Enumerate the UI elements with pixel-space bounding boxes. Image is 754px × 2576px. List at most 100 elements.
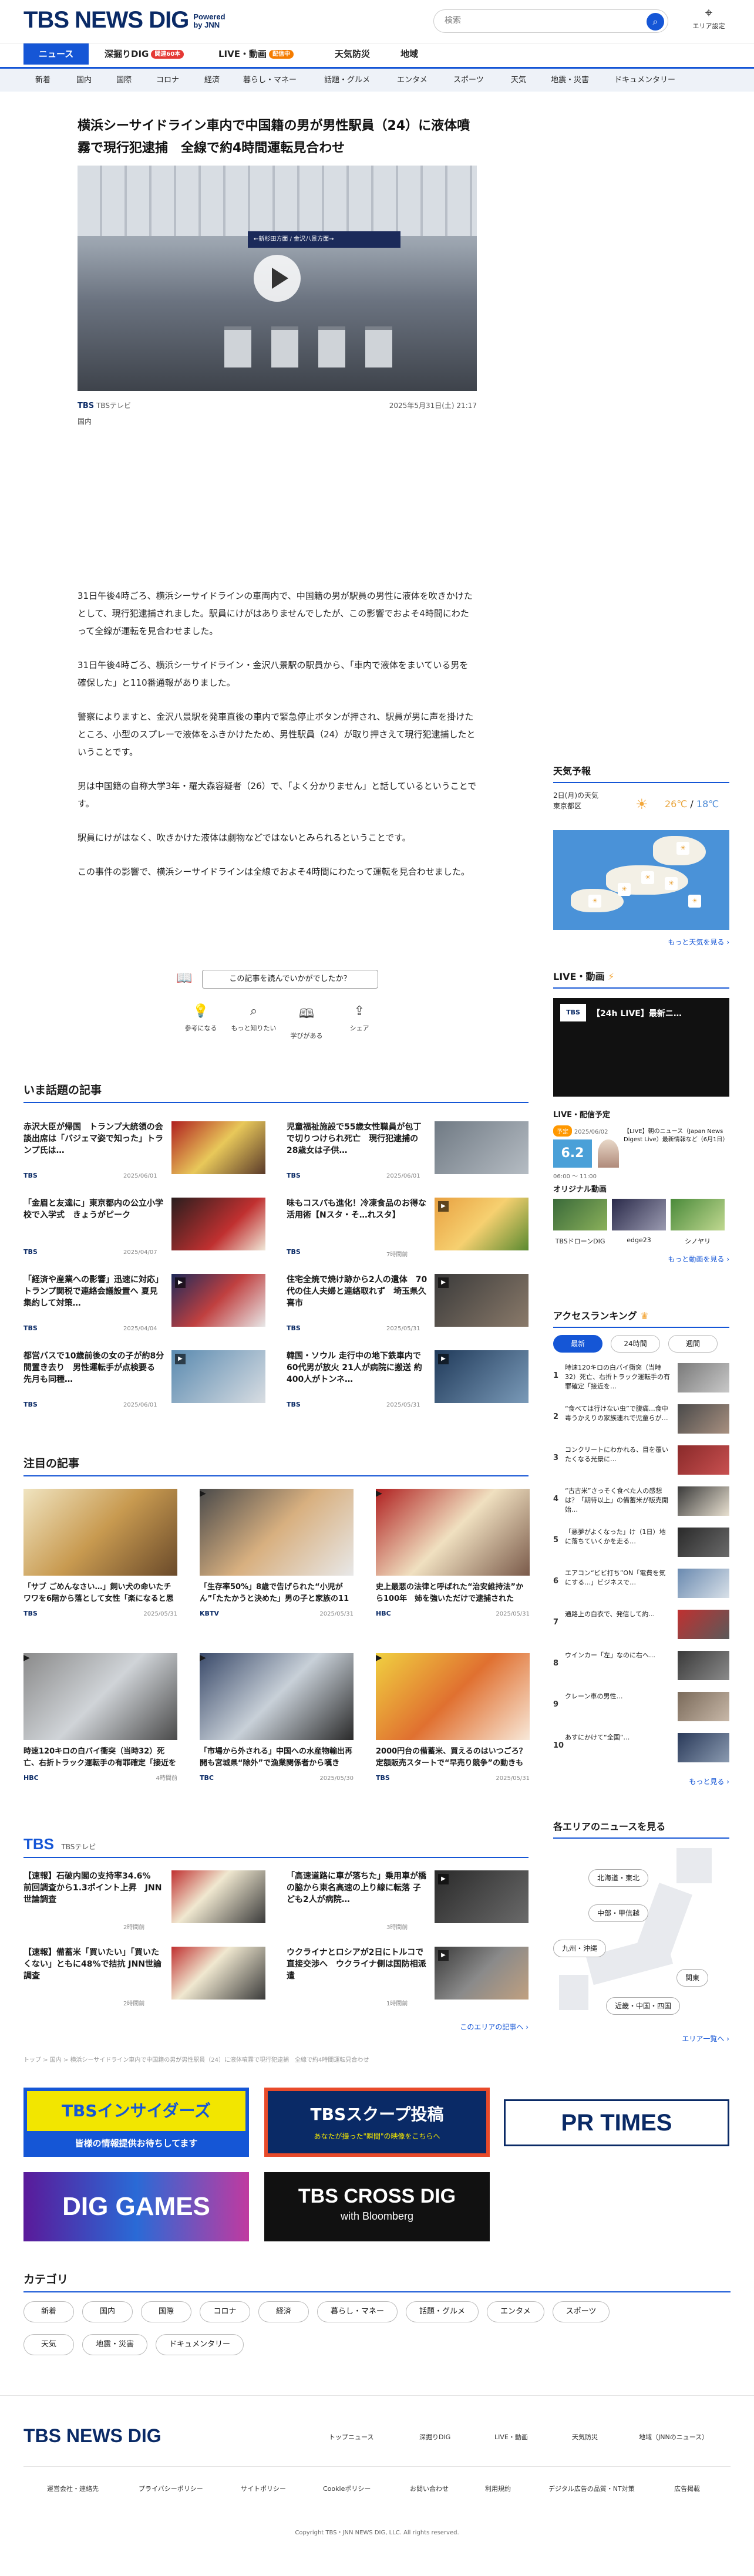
- cat-sports[interactable]: スポーツ: [453, 69, 484, 92]
- site-logo[interactable]: TBS NEWS DIG Powered by JNN: [23, 7, 225, 33]
- cat-new[interactable]: 新着: [35, 69, 51, 92]
- category-chip[interactable]: 暮らし・マネー: [317, 2301, 398, 2322]
- footer-link[interactable]: 深掘りDIG: [419, 2432, 450, 2442]
- ranking-item[interactable]: 7 通路上の白衣で、発信して約…: [553, 1610, 729, 1644]
- search-icon[interactable]: ⌕: [647, 13, 664, 31]
- ranking-item[interactable]: 8 ウインカー「左」なのに右へ…: [553, 1651, 729, 1685]
- video-thumb[interactable]: [671, 1199, 725, 1230]
- list-item[interactable]: 児童福祉施設で55歳女性職員が包丁で切りつけられ死亡 現行犯逮捕の28歳女は子供…: [287, 1121, 533, 1186]
- article-video[interactable]: ←新杉田方面 / 金沢八景方面→: [78, 166, 477, 391]
- video-thumb[interactable]: [612, 1199, 666, 1230]
- ranking-item[interactable]: 9 クレーン車の男性…: [553, 1692, 729, 1726]
- ranking-item[interactable]: 4 “古古米”さっそく食べた人の感想は？「期待以上」の備蓄米が販売開始…: [553, 1486, 729, 1520]
- reaction-more[interactable]: ⌕ もっと知りたい: [230, 1004, 277, 1033]
- play-icon[interactable]: [254, 255, 301, 302]
- list-item[interactable]: ▶ 史上最悪の法律と呼ばれた“治安維持法”から100年 姉を強いただけで逮捕された…: [376, 1489, 530, 1617]
- nav-region[interactable]: 地域: [400, 43, 418, 65]
- list-item[interactable]: ▶ 2000円台の備蓄米、買えるのはいつごろ？ 定額販売スタートで“早売り競争”の…: [376, 1653, 530, 1782]
- list-item[interactable]: 住宅全焼で焼け跡から2人の遺体 70代の住人夫婦と連絡取れず 埼玉県久喜市 TBS…: [287, 1274, 533, 1338]
- cat-domestic[interactable]: 国内: [76, 69, 92, 92]
- footer-link[interactable]: 天気防災: [572, 2432, 598, 2442]
- reaction-learn[interactable]: 🕮 学びがある: [283, 1004, 330, 1040]
- category-chip[interactable]: スポーツ: [552, 2301, 610, 2322]
- tbs-more-link[interactable]: このエリアの記事へ ›: [352, 2022, 529, 2032]
- ranking-item[interactable]: 10 あすにかけて“全国”…: [553, 1733, 729, 1767]
- banner-insiders[interactable]: TBSインサイダーズ 皆様の情報提供お待ちしてます: [23, 2088, 249, 2157]
- tab-weekly[interactable]: 週間: [668, 1335, 718, 1353]
- ranking-more-link[interactable]: もっと見る ›: [553, 1776, 729, 1786]
- cat-international[interactable]: 国際: [116, 69, 132, 92]
- category-chip[interactable]: 国内: [82, 2301, 133, 2322]
- nav-live[interactable]: LIVE・動画 配信中: [218, 43, 294, 65]
- nav-news[interactable]: ニュース: [23, 43, 89, 65]
- list-item[interactable]: 都営バスで10歳前後の女の子が約8分間置き去り 男性運転手が点検要る 先月も同種…: [23, 1350, 270, 1415]
- list-item[interactable]: 【速報】備蓄米「買いたい」「買いたくない」ともに48%で拮抗 JNN世論調査 2時…: [23, 1947, 270, 2011]
- ranking-item[interactable]: 1 時速120キロの白バイ衝突（当時32）死亡、右折トラック運転手の有罪確定「接近…: [553, 1363, 729, 1397]
- cat-topics-gourmet[interactable]: 話題・グルメ: [324, 69, 370, 92]
- footer-link[interactable]: サイトポリシー: [241, 2484, 286, 2493]
- nav-weather[interactable]: 天気防災: [335, 43, 370, 65]
- reaction-helpful[interactable]: 💡 参考になる: [177, 1004, 224, 1033]
- tab-latest[interactable]: 最新: [553, 1335, 602, 1353]
- cat-documentary[interactable]: ドキュメンタリー: [614, 69, 675, 92]
- ranking-item[interactable]: 2 “食べては行けない虫”で腹痛…食中毒うかえりの家族連れで児童らが…: [553, 1404, 729, 1438]
- cat-weather[interactable]: 天気: [511, 69, 526, 92]
- category-chip[interactable]: エンタメ: [487, 2301, 544, 2322]
- category-chip[interactable]: 経済: [258, 2301, 309, 2322]
- live-video[interactable]: TBS 【24h LIVE】最新ニ…: [553, 998, 729, 1097]
- cat-corona[interactable]: コロナ: [156, 69, 179, 92]
- area-chubu[interactable]: 中部・甲信越: [588, 1904, 649, 1922]
- area-kyushu[interactable]: 九州・沖縄: [553, 1940, 607, 1957]
- footer-link[interactable]: プライバシーポリシー: [139, 2484, 203, 2493]
- footer-link[interactable]: Cookieポリシー: [323, 2484, 371, 2493]
- ranking-item[interactable]: 6 エアコン“ビビ打ち”ON「電費を気にする…」ビジネスで…: [553, 1569, 729, 1603]
- category-chip[interactable]: 地震・災害: [82, 2334, 148, 2355]
- footer-link[interactable]: 運営会社・連絡先: [47, 2484, 99, 2493]
- weather-summary[interactable]: 2日(月)の天気 東京都区 ☀ 26℃ / 18℃: [553, 790, 729, 821]
- area-more-link[interactable]: エリア一覧へ ›: [553, 2034, 729, 2044]
- category-chip[interactable]: 天気: [23, 2334, 74, 2355]
- tab-24h[interactable]: 24時間: [611, 1335, 660, 1353]
- weather-more-link[interactable]: もっと天気を見る ›: [553, 937, 729, 947]
- category-chip[interactable]: 国際: [141, 2301, 191, 2322]
- cat-economy[interactable]: 経済: [204, 69, 220, 92]
- footer-link[interactable]: デジタル広告の品質・NT対策: [548, 2484, 635, 2493]
- banner-prtimes[interactable]: PR TIMES: [504, 2099, 729, 2146]
- banner-scoop[interactable]: TBSスクープ投稿 あなたが撮った"瞬間"の映像をこちらへ: [264, 2088, 490, 2157]
- list-item[interactable]: 赤沢大臣が帰国 トランプ大統領の会談出席は「バジェマ姿で知った」トランプ氏は… T…: [23, 1121, 270, 1186]
- cat-life-money[interactable]: 暮らし・マネー: [243, 69, 297, 92]
- list-item[interactable]: ▶ 「生存率50%」8歳で告げられた“小児がん”「たたかうと決めた」男の子と家族の…: [200, 1489, 354, 1617]
- banner-cross-dig[interactable]: TBS CROSS DIG with Bloomberg: [264, 2172, 490, 2241]
- ranking-item[interactable]: 5 「悪夢がよくなった」け（1日）地に落ちていくかを走る…: [553, 1528, 729, 1562]
- list-item[interactable]: ▶ 「市場から外される」中国への水産物輸出再開も宮城県“除外”で漁業関係者から嘆き…: [200, 1653, 354, 1782]
- list-item[interactable]: 「経済や産業への影響」迅速に対応」トランプ関税で連絡会議設置へ 夏見集約して対策…: [23, 1274, 270, 1338]
- footer-link[interactable]: トップニュース: [329, 2432, 373, 2442]
- list-item[interactable]: ▶ 時速120キロの白バイ衝突（当時32）死亡、右折トラック運転手の有罪確定「接近…: [23, 1653, 177, 1782]
- area-setting-button[interactable]: ⌖ エリア設定: [688, 6, 729, 31]
- weather-map[interactable]: ☀ ☀ ☀ ☀ ☀ ☀: [553, 830, 729, 930]
- schedule-item[interactable]: 予定 2025/06/02 6.2 【LIVE】朝のニュース（Japan New…: [553, 1125, 729, 1180]
- search-input[interactable]: [445, 16, 621, 25]
- list-item[interactable]: 【速報】石破内閣の支持率34.6% 前回調査から1.3ポイント上昇 JNN世論調…: [23, 1870, 270, 1935]
- area-kanto[interactable]: 関東: [676, 1969, 709, 1987]
- footer-link[interactable]: 利用規約: [485, 2484, 511, 2493]
- list-item[interactable]: 味もコスパも進化！冷凍食品のお得な活用術【Nスタ・そ…れスタ】 TBS 7時間前 ▶: [287, 1198, 533, 1262]
- cat-disaster[interactable]: 地震・災害: [551, 69, 589, 92]
- area-hokkaido-tohoku[interactable]: 北海道・東北: [588, 1869, 649, 1887]
- reaction-share[interactable]: ⇪ シェア: [336, 1004, 383, 1033]
- list-item[interactable]: 「金眉と友達に」東京都内の公立小学校で入学式 きょうがピーク TBS 2025/04…: [23, 1198, 270, 1262]
- footer-link[interactable]: お問い合わせ: [410, 2484, 449, 2493]
- ranking-item[interactable]: 3 コンクリートにわかれる、目を覆いたくなる光景に…: [553, 1445, 729, 1479]
- footer-link[interactable]: 広告掲載: [674, 2484, 700, 2493]
- cat-entertainment[interactable]: エンタメ: [397, 69, 428, 92]
- footer-logo[interactable]: TBS NEWS DIG: [23, 2425, 161, 2447]
- footer-link[interactable]: 地域（JNNのニュース）: [639, 2432, 708, 2442]
- list-item[interactable]: 「サブ ごめんなさい…」飼い犬の命いたチワワを6階から落として女性「楽になると思…: [23, 1489, 177, 1617]
- category-chip[interactable]: 新着: [23, 2301, 74, 2322]
- category-chip[interactable]: 話題・グルメ: [406, 2301, 479, 2322]
- footer-link[interactable]: LIVE・動画: [494, 2432, 528, 2442]
- video-thumb[interactable]: [553, 1199, 607, 1230]
- category-chip[interactable]: ドキュメンタリー: [156, 2334, 244, 2355]
- category-chip[interactable]: コロナ: [200, 2301, 250, 2322]
- list-item[interactable]: 「高速道路に車が落ちた」乗用車が橋の脇から東名高速の上り線に転落 子ども2人が病…: [287, 1870, 533, 1935]
